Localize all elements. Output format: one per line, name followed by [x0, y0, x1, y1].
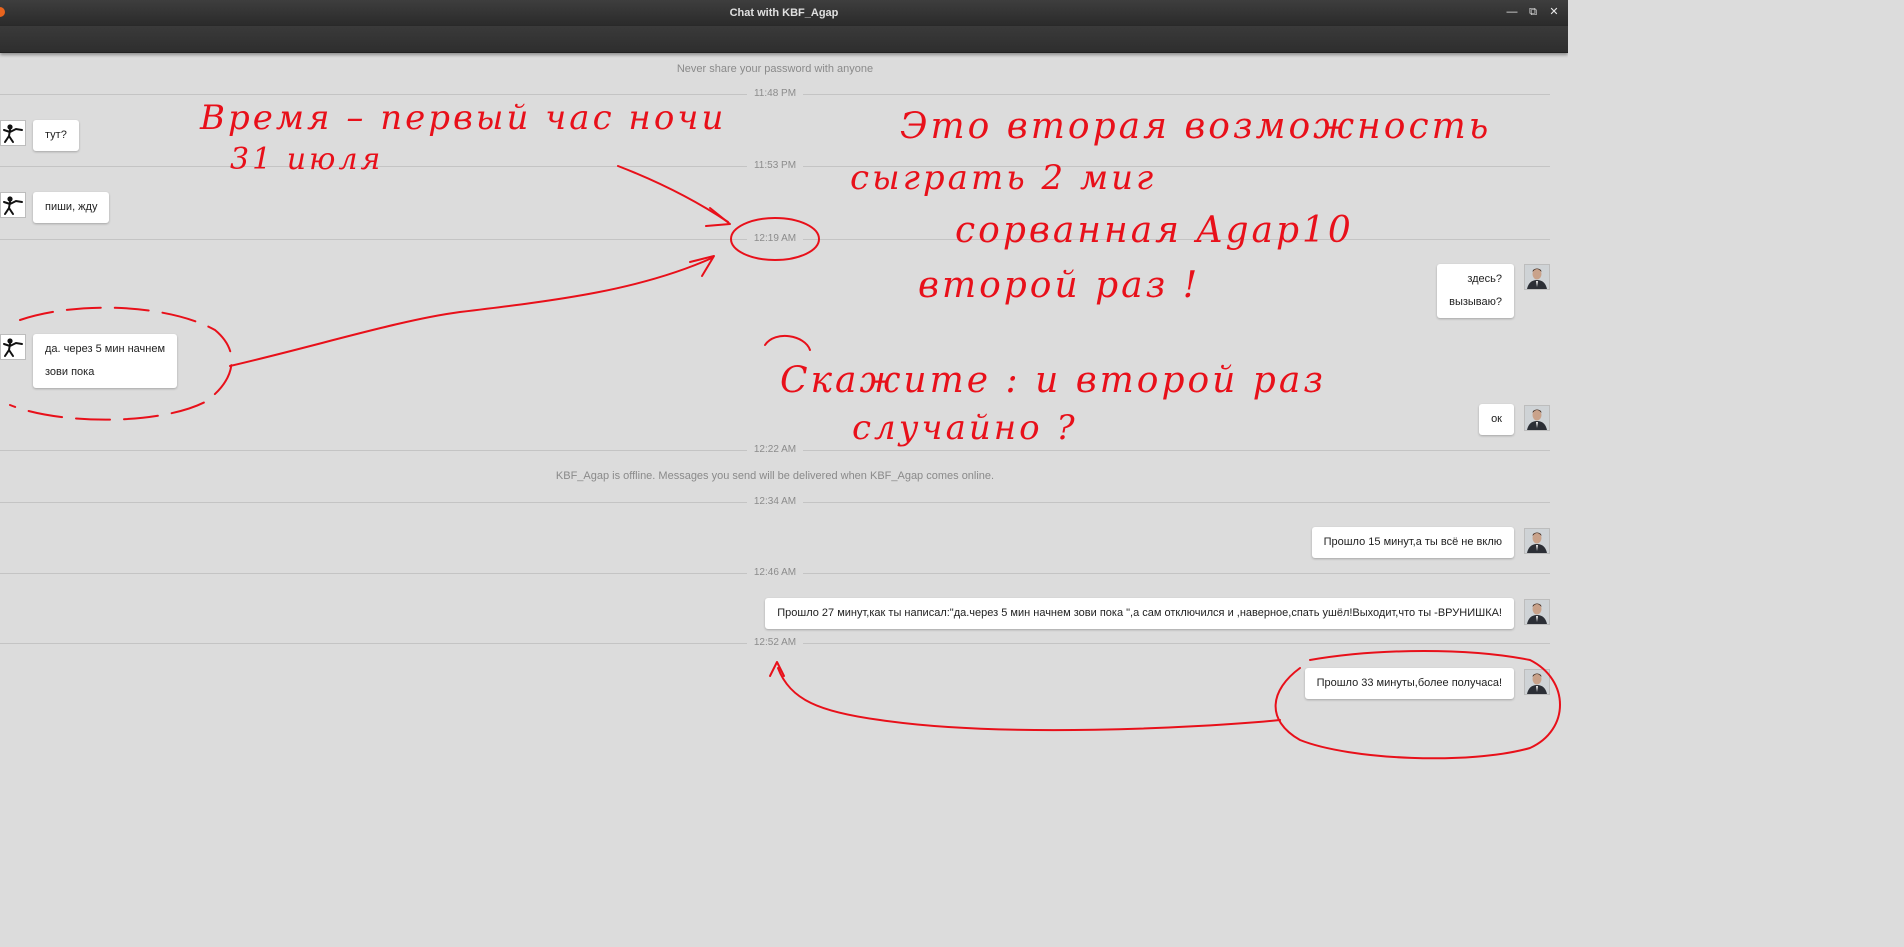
message-bubble: пиши, жду [33, 192, 110, 223]
time-divider: 12:34 AM [0, 496, 1550, 507]
title-bar: Chat with KBF_Agap — ⧉ ✕ [0, 0, 1568, 26]
user-avatar[interactable] [1524, 669, 1550, 695]
message-line: Прошло 27 минут,как ты написал:"да.через… [777, 607, 1502, 619]
message-line: пиши, жду [45, 201, 98, 213]
timestamp: 11:53 PM [747, 160, 803, 171]
timestamp: 12:46 AM [747, 567, 803, 578]
annotation-text: сорванная Agap10 [955, 210, 1354, 251]
annotation-text: случайно ? [852, 408, 1078, 448]
contact-avatar[interactable] [0, 120, 26, 146]
annotation-text: 31 июля [230, 142, 384, 177]
timestamp: 12:52 AM [747, 637, 803, 648]
message-line: Прошло 33 минуты,более получаса! [1316, 677, 1502, 689]
toolbar [0, 26, 1568, 53]
message-bubble: ок [1479, 404, 1514, 435]
time-divider: 12:46 AM [0, 567, 1550, 578]
contact-avatar[interactable] [0, 334, 26, 360]
message-bubble: Прошло 27 минут,как ты написал:"да.через… [765, 598, 1514, 629]
message-line: зови пока [45, 366, 95, 378]
close-button[interactable]: ✕ [1547, 5, 1561, 19]
message-line: тут? [45, 129, 67, 141]
timestamp: 12:34 AM [747, 496, 803, 507]
user-avatar[interactable] [1524, 405, 1550, 431]
maximize-button[interactable]: ⧉ [1526, 5, 1540, 19]
user-avatar[interactable] [1524, 264, 1550, 290]
message-line: здесь? [1467, 273, 1502, 285]
message-line: Прошло 15 минут,а ты всё не вклю [1323, 536, 1502, 548]
message-line: ок [1491, 413, 1502, 425]
user-avatar[interactable] [1524, 528, 1550, 554]
message-bubble: тут? [33, 120, 79, 151]
offline-notice: KBF_Agap is offline. Messages you send w… [555, 470, 995, 482]
message-bubble: Прошло 15 минут,а ты всё не вклю [1311, 527, 1514, 558]
message-bubble: да. через 5 мин начнем зови пока [33, 334, 178, 388]
timestamp: 12:22 AM [747, 444, 803, 455]
chat-window: Chat with KBF_Agap — ⧉ ✕ Never share you… [0, 0, 1568, 780]
annotation-text: сыграть 2 миг [850, 158, 1157, 198]
time-divider: 12:22 AM [0, 444, 1550, 455]
time-divider: 12:52 AM [0, 637, 1550, 648]
window-title: Chat with KBF_Agap [729, 7, 839, 19]
message-line: да. через 5 мин начнем [45, 343, 166, 355]
message-line: вызываю? [1449, 296, 1502, 308]
message-bubble: Прошло 33 минуты,более получаса! [1304, 668, 1514, 699]
annotation-text: Это вторая возможность [900, 106, 1492, 147]
contact-avatar[interactable] [0, 192, 26, 218]
message-bubble: здесь? вызываю? [1437, 264, 1514, 318]
timestamp: 11:48 PM [747, 88, 803, 99]
minimize-button[interactable]: — [1505, 5, 1519, 19]
user-avatar[interactable] [1524, 599, 1550, 625]
annotation-text: второй раз ! [918, 265, 1201, 306]
annotation-text: Скажите : и второй раз [780, 360, 1326, 401]
annotation-text: Время – первый час ночи [200, 98, 727, 138]
security-notice: Never share your password with anyone [676, 63, 874, 75]
screenshot-stage: Chat with KBF_Agap — ⧉ ✕ Never share you… [0, 0, 1904, 947]
timestamp: 12:19 AM [747, 233, 803, 244]
time-divider: 11:48 PM [0, 88, 1550, 99]
